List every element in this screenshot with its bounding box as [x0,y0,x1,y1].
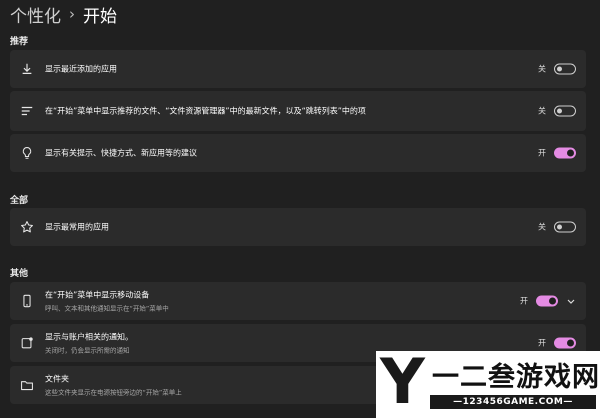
watermark-text: 一二叁游戏网 [432,362,600,393]
setting-label: 在“开始”菜单中显示移动设备 [45,290,150,300]
notification-icon [20,336,34,350]
toggle-state-text: 开 [538,148,546,158]
setting-label: 显示与账户相关的通知。 [45,332,133,342]
section-heading-all: 全部 [10,196,29,206]
chevron-down-icon[interactable] [566,296,576,306]
setting-label: 显示有关提示、快捷方式、新应用等的建议 [45,148,197,158]
setting-row-mobile-device[interactable]: 在“开始”菜单中显示移动设备 呼叫、文本和其他通知显示在“开始”菜单中 开 [10,282,586,320]
tips-toggle[interactable] [554,147,576,159]
download-icon [20,62,34,76]
phone-icon [20,294,34,308]
most-used-toggle[interactable] [554,221,576,233]
section-heading-other: 其他 [10,269,29,279]
recommended-files-toggle[interactable] [554,105,576,117]
watermark-letter: Y [380,351,425,418]
toggle-state-text: 开 [520,296,528,306]
setting-row-recent-apps[interactable]: 显示最近添加的应用 关 [10,50,586,88]
lightbulb-icon [20,146,34,160]
setting-label: 在“开始”菜单中显示推荐的文件、“文件资源管理器”中的最新文件，以及“跳转列表”… [45,106,366,116]
watermark-logo: Y 一二叁游戏网 —123456GAME.COM— [376,351,600,418]
breadcrumb-separator-icon: › [69,5,75,23]
setting-description: 呼叫、文本和其他通知显示在“开始”菜单中 [45,304,169,313]
folder-icon [20,378,34,392]
setting-label: 显示最常用的应用 [45,222,109,232]
section-heading-recommended: 推荐 [10,37,29,47]
breadcrumb-current: 开始 [83,6,117,27]
page-title: 个性化 › 开始 [10,0,117,28]
breadcrumb-parent[interactable]: 个性化 [10,2,61,27]
setting-row-tips[interactable]: 显示有关提示、快捷方式、新应用等的建议 开 [10,134,586,172]
toggle-state-text: 关 [538,64,546,74]
recent-apps-toggle[interactable] [554,63,576,75]
setting-label: 显示最近添加的应用 [45,64,117,74]
account-notifications-toggle[interactable] [554,337,576,349]
setting-row-most-used[interactable]: 显示最常用的应用 关 [10,208,586,246]
toggle-state-text: 关 [538,106,546,116]
list-icon [20,104,34,118]
toggle-state-text: 开 [538,338,546,348]
mobile-device-toggle[interactable] [536,295,558,307]
star-icon [20,220,34,234]
watermark-site: —123456GAME.COM— [453,397,573,407]
toggle-state-text: 关 [538,222,546,232]
setting-row-recommended-files[interactable]: 在“开始”菜单中显示推荐的文件、“文件资源管理器”中的最新文件，以及“跳转列表”… [10,91,586,131]
